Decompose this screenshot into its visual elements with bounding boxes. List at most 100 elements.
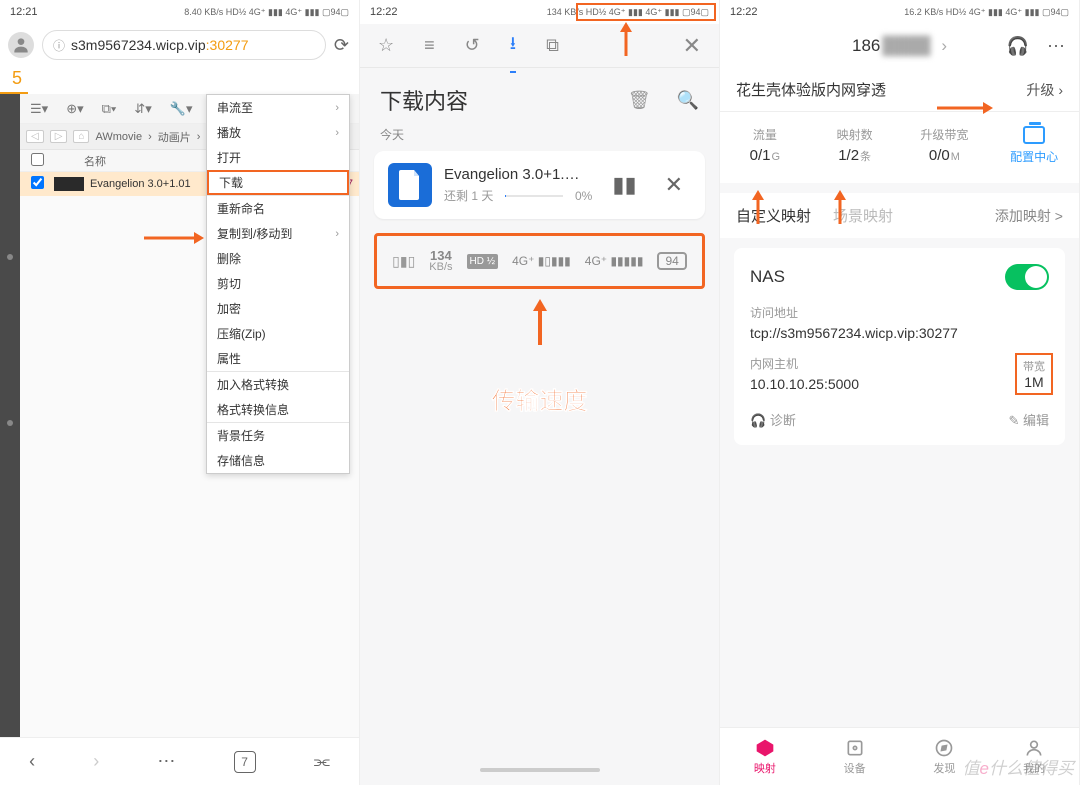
host-label: 内网主机: [750, 355, 1049, 372]
tab-reading-icon[interactable]: ≡: [424, 35, 435, 56]
crumb-1[interactable]: AWmovie: [95, 131, 142, 143]
account-phone[interactable]: 186████ ›: [852, 36, 947, 56]
tab-history-icon[interactable]: ↺: [465, 35, 480, 56]
profile-avatar[interactable]: [8, 32, 34, 58]
status-time: 12:22: [730, 6, 758, 18]
tab-collections-icon[interactable]: ⧉: [546, 35, 559, 56]
video-thumb-icon: [54, 177, 84, 191]
col-name[interactable]: 名称: [84, 153, 106, 169]
search-icon[interactable]: 🔍: [677, 90, 699, 111]
edit-link[interactable]: ✎ 编辑: [1008, 410, 1049, 429]
nav-device[interactable]: 设备: [810, 728, 900, 785]
tab-custom-mapping[interactable]: 自定义映射: [736, 205, 811, 226]
menu-copymove[interactable]: 复制到/移动到›: [207, 221, 349, 246]
status-indicators: 8.40 KB/s HD½ 4G⁺ ▮▮▮ 4G⁺ ▮▮▮ ▢94▢: [184, 7, 349, 18]
nav-back-icon[interactable]: ‹: [29, 751, 35, 772]
row-checkbox[interactable]: [31, 176, 44, 189]
nav-me[interactable]: 我的: [989, 728, 1079, 785]
menu-convinfo[interactable]: 格式转换信息: [207, 397, 349, 422]
nav-up-icon[interactable]: ⌂: [73, 130, 89, 143]
crumb-2[interactable]: 动画片: [158, 129, 191, 145]
download-name: Evangelion 3.0+1.…: [444, 166, 592, 183]
tools-icon[interactable]: 🔧▾: [170, 101, 193, 117]
menu-stream[interactable]: 串流至›: [207, 95, 349, 120]
reload-icon[interactable]: ⟳: [334, 35, 349, 56]
hd-badge: HD ½: [467, 254, 499, 269]
menu-encrypt[interactable]: 加密: [207, 296, 349, 321]
progress-bar: [505, 195, 563, 197]
context-menu: 串流至› 播放› 打开 下载 重新命名 复制到/移动到› 删除 剪切 加密 压缩…: [206, 94, 350, 474]
status-bar: 12:22 134 KB/s HD½ 4G⁺ ▮▮▮ 4G⁺ ▮▮▮ ▢94▢: [360, 0, 719, 24]
status-time: 12:21: [10, 6, 38, 18]
tab-favorite-icon[interactable]: ☆: [378, 35, 394, 56]
mapping-title: NAS: [750, 267, 785, 287]
nav-forward-icon[interactable]: ›: [93, 751, 99, 772]
sort-icon[interactable]: ⇵▾: [134, 101, 151, 117]
cancel-icon[interactable]: ✕: [657, 172, 691, 198]
support-icon[interactable]: 🎧: [1007, 36, 1029, 57]
menu-delete[interactable]: 删除: [207, 246, 349, 271]
vibrate-icon: ▯▮▯: [392, 253, 415, 270]
menu-open[interactable]: 打开: [207, 145, 349, 170]
select-all-checkbox[interactable]: [31, 153, 44, 166]
menu-play[interactable]: 播放›: [207, 120, 349, 145]
url-text: s3m9567234.wicp.vip:30277: [71, 37, 248, 53]
browser-tabs: ☆ ≡ ↺ ⭳ ⧉ ✕: [360, 24, 719, 68]
panel-browser: 12:21 8.40 KB/s HD½ 4G⁺ ▮▮▮ 4G⁺ ▮▮▮ ▢94▢…: [0, 0, 360, 785]
menu-download[interactable]: 下载: [207, 170, 349, 195]
panel-oray-app: 12:22 16.2 KB/s HD½ 4G⁺ ▮▮▮ 4G⁺ ▮▮▮ ▢94▢…: [720, 0, 1080, 785]
status-bar: 12:21 8.40 KB/s HD½ 4G⁺ ▮▮▮ 4G⁺ ▮▮▮ ▢94▢: [0, 0, 359, 24]
mapping-toggle[interactable]: [1005, 264, 1049, 290]
stat-flow[interactable]: 流量 0/1G: [720, 126, 810, 169]
view-icon[interactable]: ☰▾: [30, 101, 48, 117]
menu-rename[interactable]: 重新命名: [207, 196, 349, 221]
more-icon[interactable]: ⋯: [1047, 36, 1065, 57]
upgrade-banner: 花生壳体验版内网穿透 升级 ›: [720, 68, 1079, 112]
tab-downloads-icon[interactable]: ⭳: [510, 31, 516, 73]
close-icon[interactable]: ✕: [683, 33, 701, 59]
menu-props[interactable]: 属性: [207, 346, 349, 371]
address-bar-row: ⓘ s3m9567234.wicp.vip:30277 ⟳: [0, 24, 359, 66]
nav-menu-icon[interactable]: ⋯: [157, 751, 175, 772]
speed-value: 134KB/s: [429, 249, 452, 273]
menu-save[interactable]: 存储信息: [207, 448, 349, 473]
host-value: 10.10.10.25:5000: [750, 376, 1049, 392]
menu-zip[interactable]: 压缩(Zip): [207, 321, 349, 346]
gesture-bar: [360, 755, 719, 785]
menu-cut[interactable]: 剪切: [207, 271, 349, 296]
add-mapping-link[interactable]: 添加映射 >: [995, 206, 1063, 226]
active-tab-indicator[interactable]: 5: [0, 66, 28, 94]
nav-share-icon[interactable]: ⫘: [314, 751, 330, 772]
config-icon: [1023, 126, 1045, 144]
upgrade-link[interactable]: 升级 ›: [1026, 80, 1063, 100]
tab-scene-mapping[interactable]: 场景映射: [833, 205, 893, 226]
sidebar: [0, 94, 20, 737]
nav-tabs-icon[interactable]: 7: [234, 751, 256, 773]
site-info-icon: ⓘ: [53, 37, 65, 54]
menu-convert[interactable]: 加入格式转换: [207, 372, 349, 397]
url-bar[interactable]: ⓘ s3m9567234.wicp.vip:30277: [42, 30, 326, 60]
chevron-right-icon: ›: [941, 36, 947, 55]
nav-discover[interactable]: 发现: [900, 728, 990, 785]
speed-indicator-box: ▯▮▯ 134KB/s HD ½ 4G⁺ ▮▯▮▮▮ 4G⁺ ▮▮▮▮▮ 94: [374, 233, 705, 289]
page-title-row: 下载内容 🗑 🔍: [360, 68, 719, 122]
stats-row: 流量 0/1G 映射数 1/2条 升级带宽 0/0M 配置中心: [720, 112, 1079, 183]
annotation-label: 传输速度: [360, 381, 719, 416]
nav-back-icon[interactable]: ◁: [26, 130, 44, 143]
status-indicators: 16.2 KB/s HD½ 4G⁺ ▮▮▮ 4G⁺ ▮▮▮ ▢94▢: [904, 7, 1069, 18]
nav-fwd-icon[interactable]: ▷: [50, 130, 68, 143]
page-title: 下载内容: [380, 84, 468, 116]
trash-icon[interactable]: 🗑: [628, 90, 651, 111]
diagnose-link[interactable]: 🎧 诊断: [750, 410, 796, 429]
pause-icon[interactable]: ▮▮: [604, 172, 644, 198]
download-item[interactable]: Evangelion 3.0+1.… 还剩 1 天 0% ▮▮ ✕: [374, 151, 705, 219]
stat-config-center[interactable]: 配置中心: [989, 126, 1079, 169]
bandwidth-box: 带宽 1M: [1015, 353, 1053, 395]
new-folder-icon[interactable]: ⊕▾: [66, 101, 83, 117]
copy-icon[interactable]: ⧉▾: [102, 101, 117, 117]
stat-bw[interactable]: 升级带宽 0/0M: [900, 126, 990, 169]
menu-bg[interactable]: 背景任务: [207, 423, 349, 448]
stat-maps[interactable]: 映射数 1/2条: [810, 126, 900, 169]
mapping-card[interactable]: NAS 访问地址 tcp://s3m9567234.wicp.vip:30277…: [734, 248, 1065, 445]
nav-mapping[interactable]: 映射: [720, 728, 810, 785]
